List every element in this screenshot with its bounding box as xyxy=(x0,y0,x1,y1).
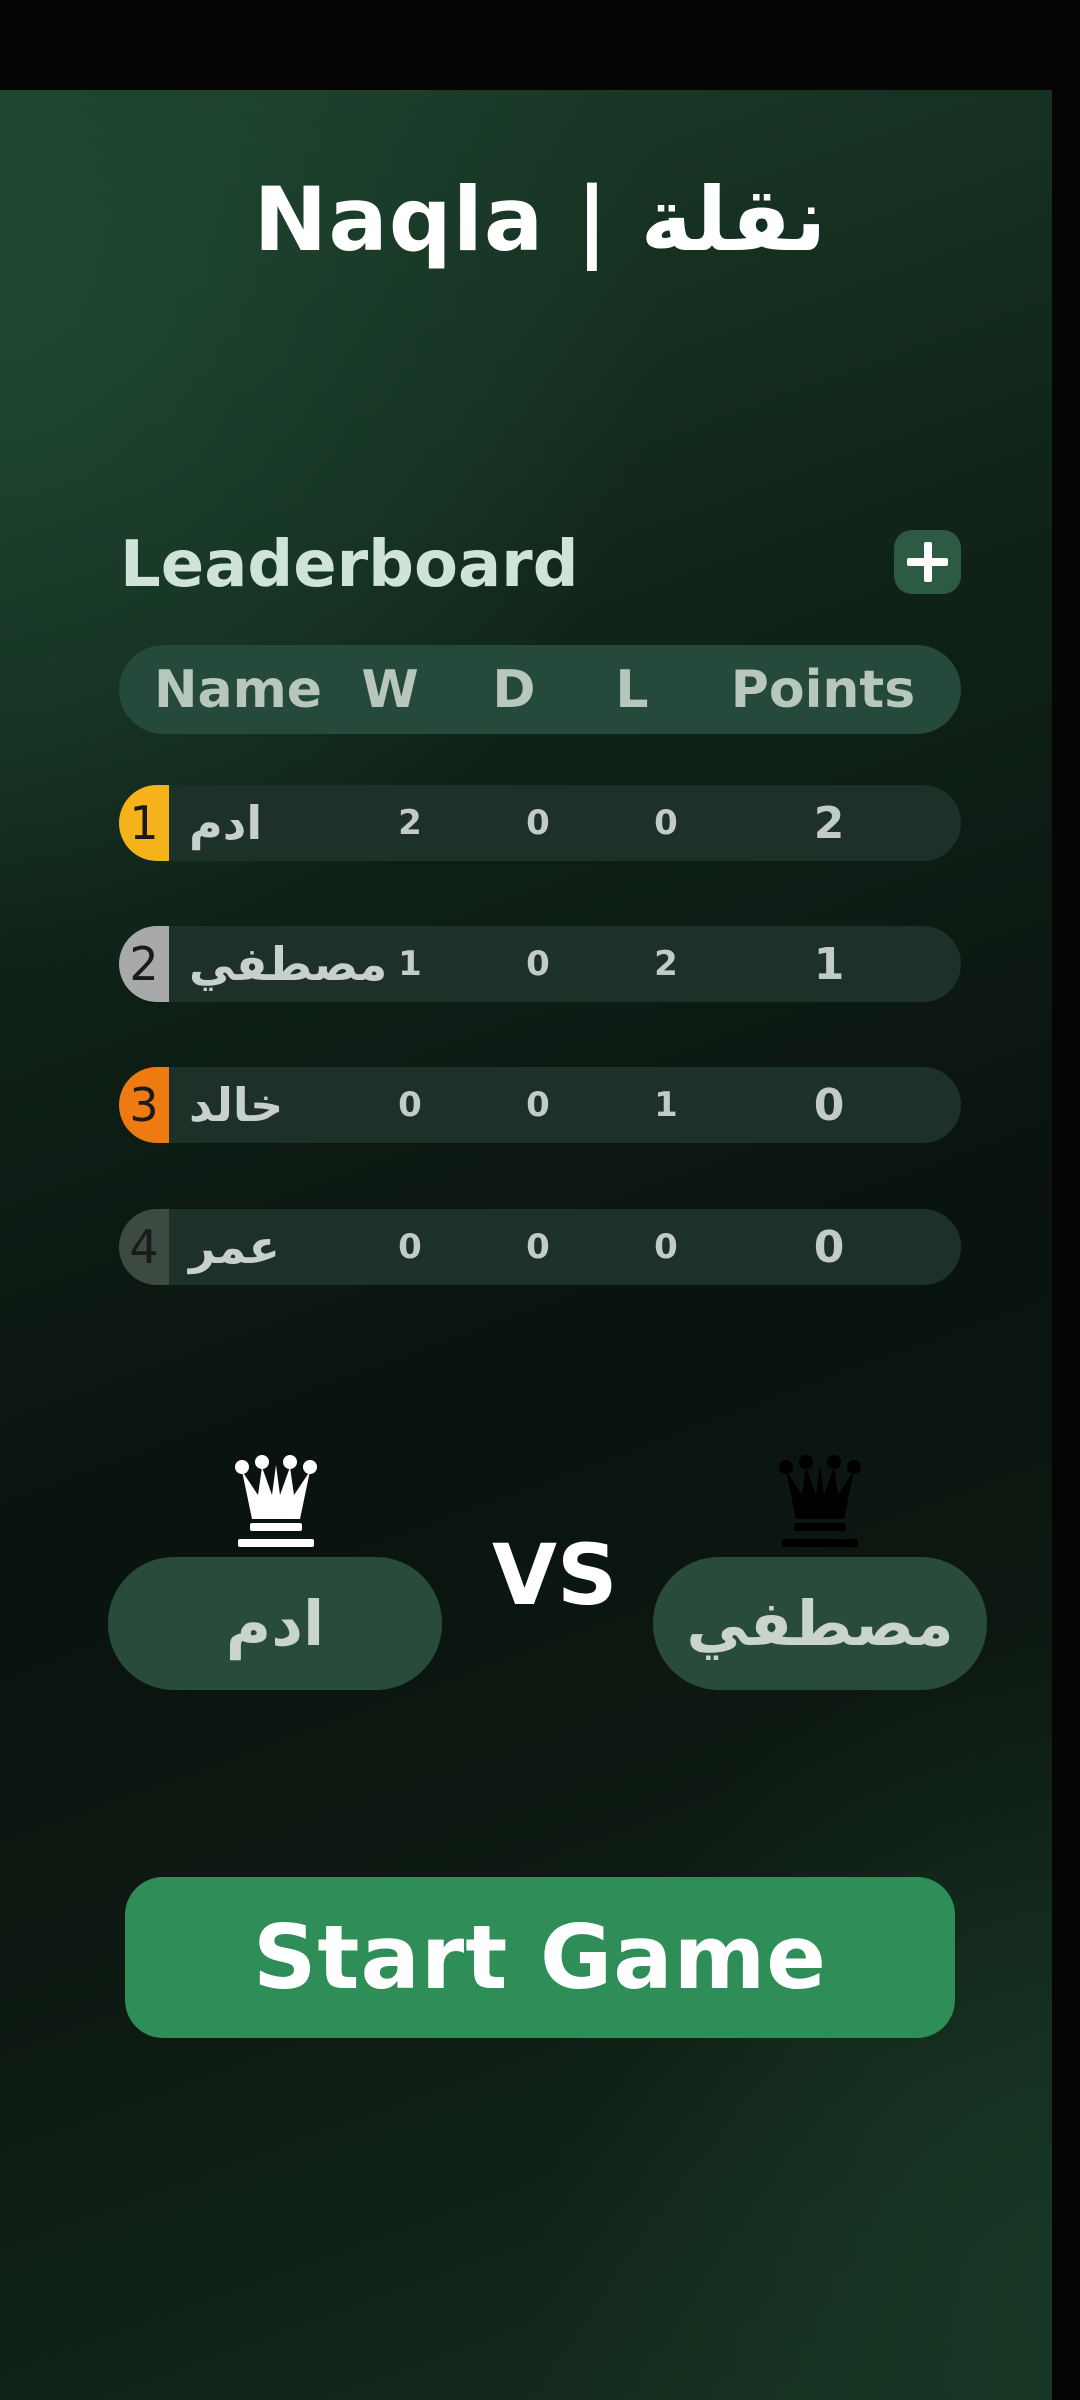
rank-badge: 3 xyxy=(119,1067,169,1143)
draws-value: 0 xyxy=(526,944,550,984)
white-queen-icon xyxy=(235,1455,317,1547)
leaderboard-row[interactable]: 1 ادم 2 0 0 2 xyxy=(119,785,961,861)
white-player-button[interactable]: ادم xyxy=(108,1557,442,1690)
rank-badge: 2 xyxy=(119,926,169,1002)
start-game-button[interactable]: Start Game xyxy=(125,1877,955,2038)
rank-badge: 1 xyxy=(119,785,169,861)
vs-label: VS xyxy=(492,1526,618,1624)
draws-value: 0 xyxy=(526,1085,550,1125)
rank-badge: 4 xyxy=(119,1209,169,1285)
leaderboard-row[interactable]: 4 عمر 0 0 0 0 xyxy=(119,1209,961,1285)
add-player-button[interactable] xyxy=(894,530,961,594)
player-name: ادم xyxy=(189,796,263,850)
column-header-losses: L xyxy=(615,659,649,720)
leaderboard-heading: Leaderboard xyxy=(120,528,579,602)
app-title: Naqla | نقلة xyxy=(253,168,827,271)
leaderboard-row[interactable]: 3 خالد 0 0 1 0 xyxy=(119,1067,961,1143)
player-name: عمر xyxy=(189,1220,280,1274)
screen-edge xyxy=(1052,90,1080,2400)
points-value: 0 xyxy=(813,1221,845,1273)
player-name: مصطفي xyxy=(189,937,388,991)
column-header-points: Points xyxy=(730,659,916,720)
losses-value: 2 xyxy=(654,944,678,984)
wins-value: 2 xyxy=(398,803,422,843)
points-value: 1 xyxy=(813,938,845,990)
wins-value: 0 xyxy=(398,1085,422,1125)
losses-value: 0 xyxy=(654,1227,678,1267)
column-header-wins: W xyxy=(361,659,419,720)
black-queen-icon xyxy=(779,1455,861,1547)
points-value: 0 xyxy=(813,1079,845,1131)
column-header-draws: D xyxy=(492,659,536,720)
leaderboard-header: Name W D L Points xyxy=(119,645,961,734)
draws-value: 0 xyxy=(526,803,550,843)
points-value: 2 xyxy=(813,797,845,849)
plus-icon-vertical xyxy=(923,542,932,582)
column-header-name: Name xyxy=(153,659,323,720)
draws-value: 0 xyxy=(526,1227,550,1267)
losses-value: 0 xyxy=(654,803,678,843)
losses-value: 1 xyxy=(654,1085,678,1125)
status-bar xyxy=(0,0,1080,90)
wins-value: 1 xyxy=(398,944,422,984)
leaderboard-row[interactable]: 2 مصطفي 1 0 2 1 xyxy=(119,926,961,1002)
black-player-button[interactable]: مصطفي xyxy=(653,1557,987,1690)
player-name: خالد xyxy=(189,1078,284,1132)
wins-value: 0 xyxy=(398,1227,422,1267)
